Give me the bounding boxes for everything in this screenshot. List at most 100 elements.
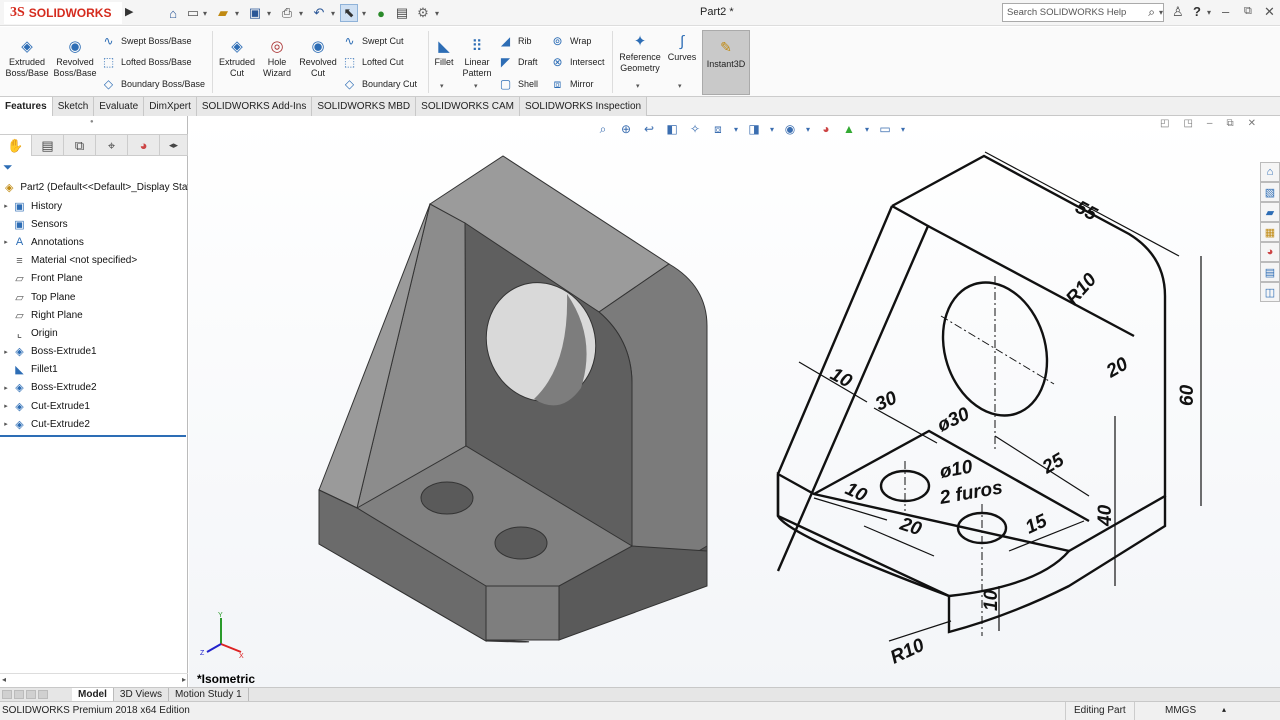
- restore-icon[interactable]: ⧉: [1244, 5, 1252, 18]
- search-help-box[interactable]: Search SOLIDWORKS Help ⌕ ▾: [1002, 3, 1164, 22]
- filter-icon[interactable]: ⏷: [3, 160, 13, 175]
- tree-item-top-plane[interactable]: ▱ Top Plane: [0, 288, 188, 306]
- select-dropdown-icon[interactable]: ▾: [360, 4, 368, 22]
- status-units[interactable]: MMGS: [1165, 705, 1196, 716]
- lofted-boss-button[interactable]: ⬚ Lofted Boss/Base: [101, 53, 192, 71]
- first-tab-icon[interactable]: [2, 690, 12, 699]
- tab-sketch[interactable]: Sketch: [52, 97, 95, 116]
- new-dropdown-icon[interactable]: ▾: [201, 4, 209, 22]
- tree-root[interactable]: ◈ Part2 (Default<<Default>_Display State: [0, 178, 188, 196]
- search-dropdown-icon[interactable]: ▾: [1159, 8, 1163, 17]
- print-dropdown-icon[interactable]: ▾: [297, 4, 305, 22]
- bottom-tab-model[interactable]: Model: [72, 688, 114, 701]
- dimxpert-manager-tab[interactable]: ⌖: [96, 135, 128, 156]
- minimize-icon[interactable]: –: [1222, 4, 1229, 19]
- expand-arrow-icon[interactable]: ▸: [0, 238, 12, 246]
- rib-button[interactable]: ◢ Rib: [498, 32, 532, 50]
- solidworks-forum-icon[interactable]: ◫: [1260, 282, 1280, 302]
- reference-geometry-button[interactable]: ✦ Reference Geometry: [616, 32, 664, 74]
- tree-item-history[interactable]: ▸ ▣ History: [0, 197, 188, 215]
- prev-tab-icon[interactable]: [14, 690, 24, 699]
- help-dropdown-icon[interactable]: ▾: [1207, 8, 1211, 17]
- scroll-left-icon[interactable]: ◂: [2, 675, 6, 684]
- draft-button[interactable]: ◤ Draft: [498, 53, 538, 71]
- tree-item-cut-extrude2[interactable]: ▸ ◈ Cut-Extrude2: [0, 415, 188, 433]
- revolved-cut-button[interactable]: ◉ Revolved Cut: [298, 37, 338, 79]
- tab-dimxpert[interactable]: DimXpert: [144, 97, 197, 116]
- curves-dropdown-icon[interactable]: ▾: [678, 82, 682, 90]
- open-icon[interactable]: ▰: [214, 4, 232, 22]
- linear-pattern-button[interactable]: ⠿ Linear Pattern: [460, 37, 494, 79]
- expand-arrow-icon[interactable]: ▸: [0, 348, 12, 356]
- select-icon[interactable]: ⬉: [340, 4, 358, 22]
- undo-dropdown-icon[interactable]: ▾: [329, 4, 337, 22]
- tree-item-annotations[interactable]: ▸ A Annotations: [0, 233, 188, 251]
- tree-item-right-plane[interactable]: ▱ Right Plane: [0, 306, 188, 324]
- appearances-icon[interactable]: ◕: [1260, 242, 1280, 262]
- file-explorer-icon[interactable]: ▰: [1260, 202, 1280, 222]
- rollback-bar[interactable]: [0, 435, 186, 437]
- feature-manager-tab[interactable]: ✋: [0, 135, 32, 156]
- open-dropdown-icon[interactable]: ▾: [233, 4, 241, 22]
- shell-button[interactable]: ▢ Shell: [498, 75, 538, 93]
- close-icon[interactable]: ✕: [1264, 4, 1275, 20]
- expand-arrow-icon[interactable]: ▸: [0, 384, 12, 392]
- panel-horizontal-scrollbar[interactable]: ◂ ▸: [0, 673, 188, 685]
- swept-cut-button[interactable]: ∿ Swept Cut: [342, 32, 403, 50]
- boundary-boss-button[interactable]: ◇ Boundary Boss/Base: [101, 75, 205, 93]
- save-dropdown-icon[interactable]: ▾: [265, 4, 273, 22]
- tree-item-boss-extrude1[interactable]: ▸ ◈ Boss-Extrude1: [0, 343, 188, 361]
- graphics-area[interactable]: ⌕ ⊕ ↩ ◧ ✧ ⧈ ▾ ◨ ▾ ◉ ▾ ◕ ▲ ▾ ▭ ▾ ◰ ◳ – ⧉ …: [189, 116, 1280, 688]
- view-palette-icon[interactable]: ▦: [1260, 222, 1280, 242]
- expand-arrow-icon[interactable]: ▸: [0, 420, 12, 428]
- options-icon[interactable]: ⚙: [414, 4, 432, 22]
- tree-item-cut-extrude1[interactable]: ▸ ◈ Cut-Extrude1: [0, 397, 188, 415]
- hole-wizard-button[interactable]: ◎ Hole Wizard: [260, 37, 294, 79]
- reference-geometry-dropdown-icon[interactable]: ▾: [636, 82, 640, 90]
- tree-item-material-not-specified[interactable]: ≡ Material <not specified>: [0, 252, 188, 270]
- search-input[interactable]: Search SOLIDWORKS Help: [1007, 7, 1144, 18]
- fillet-dropdown-icon[interactable]: ▾: [440, 82, 444, 90]
- design-library-icon[interactable]: ▧: [1260, 182, 1280, 202]
- tree-item-boss-extrude2[interactable]: ▸ ◈ Boss-Extrude2: [0, 379, 188, 397]
- units-dropdown-icon[interactable]: ▴: [1222, 705, 1226, 714]
- scroll-right-icon[interactable]: ▸: [182, 675, 186, 684]
- boundary-cut-button[interactable]: ◇ Boundary Cut: [342, 75, 417, 93]
- tree-item-sensors[interactable]: ▣ Sensors: [0, 215, 188, 233]
- wrap-button[interactable]: ⊚ Wrap: [550, 32, 591, 50]
- next-tab-icon[interactable]: [26, 690, 36, 699]
- save-icon[interactable]: ▣: [246, 4, 264, 22]
- tree-item-origin[interactable]: ⌞ Origin: [0, 324, 188, 342]
- mirror-button[interactable]: ⧈ Mirror: [550, 75, 594, 93]
- extruded-cut-button[interactable]: ◈ Extruded Cut: [216, 37, 258, 79]
- fillet-button[interactable]: ◣ Fillet: [432, 37, 456, 68]
- user-icon[interactable]: ♙: [1172, 4, 1184, 20]
- expand-arrow-icon[interactable]: ▸: [0, 402, 12, 410]
- solidworks-logo[interactable]: 3S SOLIDWORKS: [4, 2, 122, 24]
- print-icon[interactable]: ⎙: [278, 4, 296, 22]
- tab-solidworks-add-ins[interactable]: SOLIDWORKS Add-Ins: [196, 97, 313, 116]
- tree-item-fillet1[interactable]: ◣ Fillet1: [0, 361, 188, 379]
- last-tab-icon[interactable]: [38, 690, 48, 699]
- tree-item-front-plane[interactable]: ▱ Front Plane: [0, 270, 188, 288]
- home-icon[interactable]: ⌂: [164, 4, 182, 22]
- curves-button[interactable]: ∫ Curves: [666, 32, 698, 63]
- undo-icon[interactable]: ↶: [310, 4, 328, 22]
- bottom-tab-motion-study-1[interactable]: Motion Study 1: [169, 688, 249, 701]
- bottom-tab-3d-views[interactable]: 3D Views: [114, 688, 169, 701]
- new-doc-icon[interactable]: ▭: [186, 4, 200, 22]
- panel-grip-icon[interactable]: ●: [90, 119, 94, 125]
- rebuild-icon[interactable]: ●: [374, 4, 388, 22]
- tab-evaluate[interactable]: Evaluate: [94, 97, 145, 116]
- pattern-dropdown-icon[interactable]: ▾: [474, 82, 478, 90]
- configuration-manager-tab[interactable]: ⧉: [64, 135, 96, 156]
- tab-solidworks-cam[interactable]: SOLIDWORKS CAM: [416, 97, 520, 116]
- tab-solidworks-mbd[interactable]: SOLIDWORKS MBD: [312, 97, 417, 116]
- display-manager-tab[interactable]: ◕: [128, 135, 160, 156]
- custom-properties-icon[interactable]: ▤: [1260, 262, 1280, 282]
- tab-solidworks-inspection[interactable]: SOLIDWORKS Inspection: [519, 97, 648, 116]
- instant3d-button[interactable]: ✎ Instant3D: [702, 30, 750, 95]
- search-icon[interactable]: ⌕: [1148, 5, 1155, 20]
- options-dropdown-icon[interactable]: ▾: [433, 4, 441, 22]
- swept-boss-button[interactable]: ∿ Swept Boss/Base: [101, 32, 191, 50]
